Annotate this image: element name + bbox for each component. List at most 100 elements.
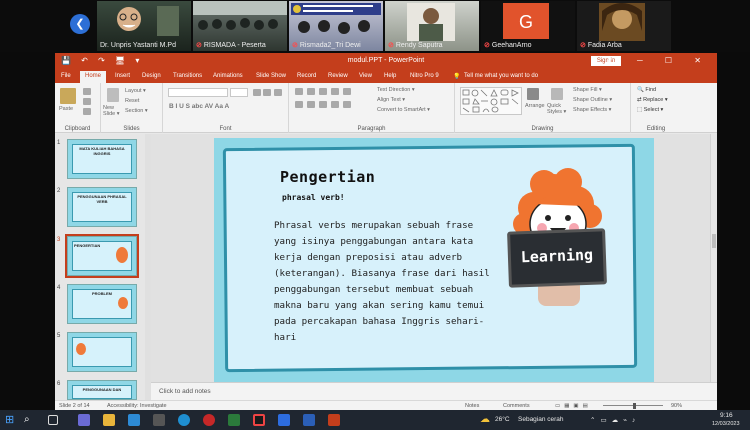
select-button[interactable]: ⬚ Select ▾ xyxy=(637,107,663,113)
layout-button[interactable]: Layout ▾ xyxy=(125,88,146,94)
slide-title[interactable]: Pengertian xyxy=(280,168,375,186)
group-label: Slides xyxy=(123,126,140,132)
participant-tile[interactable]: G ⊘ GeehanArno xyxy=(481,1,575,51)
tell-me-search[interactable]: Tell me what you want to do xyxy=(464,73,538,79)
copy-icon[interactable] xyxy=(83,98,91,105)
tab-home[interactable]: Home xyxy=(80,71,107,83)
clock-date[interactable]: 12/03/2023 xyxy=(712,421,740,427)
tab-record[interactable]: Record xyxy=(297,73,316,79)
numbering-icon[interactable] xyxy=(307,88,315,95)
align-right-icon[interactable] xyxy=(319,101,327,108)
participant-tile[interactable]: ⊘ Fadia Arba xyxy=(577,1,671,51)
find-button[interactable]: 🔍 Find xyxy=(637,87,656,93)
bullets-icon[interactable] xyxy=(295,88,303,95)
window-controls[interactable]: ▭ ─ ☐ ✕ xyxy=(607,56,711,65)
increase-font-icon[interactable] xyxy=(253,89,261,96)
shape-effects-button[interactable]: Shape Effects ▾ xyxy=(573,107,611,113)
slide-thumbnail[interactable]: PENGGUNAAN DAN xyxy=(67,380,137,400)
new-slide-button[interactable]: New Slide ▾ xyxy=(103,105,123,117)
text-direction-button[interactable]: Text Direction ▾ xyxy=(377,87,415,93)
slide-subtitle[interactable]: phrasal verb! xyxy=(282,193,345,202)
align-left-icon[interactable] xyxy=(295,101,303,108)
chrome-icon[interactable] xyxy=(253,414,265,426)
line-spacing-icon[interactable] xyxy=(343,88,351,95)
slide-thumbnail-selected[interactable]: PENGERTIAN xyxy=(65,234,139,278)
tab-insert[interactable]: Insert xyxy=(115,73,130,79)
task-view-icon[interactable] xyxy=(48,415,58,425)
cut-icon[interactable] xyxy=(83,88,91,95)
slide-body-text[interactable]: Phrasal verbs merupakan sebuah frase yan… xyxy=(274,218,499,346)
store-icon[interactable] xyxy=(153,414,165,426)
replace-button[interactable]: ⇄ Replace ▾ xyxy=(637,97,668,103)
font-name-select[interactable] xyxy=(168,88,228,97)
notes-toggle[interactable]: Notes xyxy=(465,403,479,409)
editor-scrollbar[interactable] xyxy=(710,134,717,382)
decrease-indent-icon[interactable] xyxy=(319,88,327,95)
quick-styles-icon[interactable] xyxy=(551,88,563,100)
decrease-font-icon[interactable] xyxy=(263,89,271,96)
accessibility-status[interactable]: Accessibility: Investigate xyxy=(107,403,167,409)
shapes-gallery[interactable] xyxy=(460,87,522,115)
slide-thumbnail[interactable]: MATA KULIAH BAHASA INGGRIS xyxy=(67,139,137,179)
columns-icon[interactable] xyxy=(343,101,351,108)
zoom-app-icon[interactable] xyxy=(278,414,290,426)
notes-pane[interactable]: Click to add notes xyxy=(151,382,717,400)
tab-view[interactable]: View xyxy=(359,73,372,79)
slide-thumbnail[interactable] xyxy=(67,332,137,372)
comments-toggle[interactable]: Comments xyxy=(503,403,530,409)
align-text-button[interactable]: Align Text ▾ xyxy=(377,97,405,103)
mail-icon[interactable] xyxy=(128,414,140,426)
participant-tile[interactable]: ⊘ RISMADA - Peserta xyxy=(193,1,287,51)
back-arrow-icon[interactable]: ❮ xyxy=(70,14,90,34)
increase-indent-icon[interactable] xyxy=(331,88,339,95)
tab-animations[interactable]: Animations xyxy=(213,73,243,79)
scroll-thumb[interactable] xyxy=(712,234,716,248)
align-center-icon[interactable] xyxy=(307,101,315,108)
view-buttons[interactable]: ▭▦▣▤ xyxy=(555,403,592,409)
font-size-select[interactable] xyxy=(230,88,248,97)
file-explorer-icon[interactable] xyxy=(103,414,115,426)
slide-thumbnail[interactable]: PROBLEM xyxy=(67,284,137,324)
edge-icon[interactable] xyxy=(178,414,190,426)
system-tray-icons[interactable]: ⌃▭☁⌁♪ xyxy=(590,416,640,424)
paste-icon[interactable] xyxy=(60,88,76,104)
weather-desc[interactable]: Sebagian cerah xyxy=(518,416,564,423)
tab-transitions[interactable]: Transitions xyxy=(173,73,202,79)
tab-help[interactable]: Help xyxy=(384,73,396,79)
section-button[interactable]: Section ▾ xyxy=(125,108,148,114)
weather-temp[interactable]: 26°C xyxy=(495,416,510,423)
app-icon[interactable] xyxy=(228,414,240,426)
justify-icon[interactable] xyxy=(331,101,339,108)
word-icon[interactable] xyxy=(303,414,315,426)
tab-review[interactable]: Review xyxy=(328,73,348,79)
participant-tile[interactable]: ⊘ Rismada2_Tri Dewi xyxy=(289,1,383,51)
new-slide-icon[interactable] xyxy=(107,88,119,102)
tab-slide-show[interactable]: Slide Show xyxy=(256,73,286,79)
powerpoint-icon[interactable] xyxy=(328,414,340,426)
reset-button[interactable]: Reset xyxy=(125,98,139,104)
quick-styles-button[interactable]: Quick Styles ▾ xyxy=(547,103,569,115)
paste-button[interactable]: Paste xyxy=(59,106,73,112)
arrange-icon[interactable] xyxy=(527,88,539,100)
opera-icon[interactable] xyxy=(203,414,215,426)
participant-tile[interactable]: Dr. Unpris Yastanti M.Pd xyxy=(97,1,191,51)
zoom-slider-thumb[interactable] xyxy=(633,403,636,409)
shape-fill-button[interactable]: Shape Fill ▾ xyxy=(573,87,602,93)
tab-design[interactable]: Design xyxy=(142,73,161,79)
convert-smartart-button[interactable]: Convert to SmartArt ▾ xyxy=(377,107,430,113)
slide-canvas[interactable]: Pengertian phrasal verb! Phrasal verbs m… xyxy=(214,138,654,382)
tab-nitro-pro[interactable]: Nitro Pro 9 xyxy=(410,73,439,79)
zoom-level[interactable]: 90% xyxy=(671,403,682,409)
shape-outline-button[interactable]: Shape Outline ▾ xyxy=(573,97,612,103)
windows-start-icon[interactable]: ⊞ xyxy=(5,414,17,426)
search-icon[interactable]: ⌕ xyxy=(24,414,36,426)
participant-tile[interactable]: ⊘ Rendy Saputra xyxy=(385,1,479,51)
font-style-buttons[interactable]: B I U S abc AV Aa A xyxy=(169,103,229,110)
teams-icon[interactable] xyxy=(78,414,90,426)
arrange-button[interactable]: Arrange xyxy=(525,103,545,109)
clear-format-icon[interactable] xyxy=(274,89,282,96)
format-painter-icon[interactable] xyxy=(83,108,91,115)
clock-time[interactable]: 9:16 xyxy=(720,412,733,419)
slide-thumbnail[interactable]: PENGGUNAAN PHRASAL VERB xyxy=(67,187,137,227)
tab-file[interactable]: File xyxy=(61,73,71,79)
